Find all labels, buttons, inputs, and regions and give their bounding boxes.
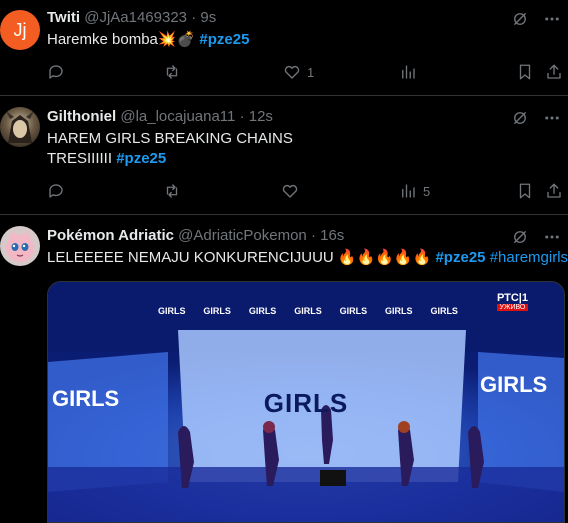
live-badge: УЖИВО xyxy=(496,304,528,311)
tweet-header: Gilthoniel @la_locajuana11 · 12s xyxy=(47,107,273,127)
banner-text-row: GIRLS GIRLS GIRLS GIRLS GIRLS GIRLS GIRL… xyxy=(158,306,458,316)
tweet-line-text: TRESIIIIII xyxy=(47,150,113,167)
avatar[interactable]: Jj xyxy=(0,10,40,50)
reply-button[interactable] xyxy=(47,182,65,200)
banner-text: GIRLS xyxy=(430,306,458,316)
action-bar: 5 xyxy=(0,182,568,202)
tweet-header: Pokémon Adriatic @AdriaticPokemon · 16s xyxy=(47,226,344,246)
more-icon[interactable] xyxy=(542,9,562,29)
tweet-header: Twiti @JjAa1469323 · 9s xyxy=(47,8,216,28)
author-name[interactable]: Pokémon Adriatic xyxy=(47,227,174,244)
timestamp[interactable]: · 16s xyxy=(311,227,344,244)
bookmark-button[interactable] xyxy=(516,63,534,81)
tweet-line: TRESIIIIII #pze25 xyxy=(47,149,293,169)
avatar-art-icon xyxy=(6,111,34,143)
share-button[interactable] xyxy=(545,63,563,81)
author-handle[interactable]: @AdriaticPokemon xyxy=(178,227,307,244)
like-button[interactable]: 1 xyxy=(283,63,314,81)
share-icon xyxy=(547,64,561,79)
timestamp[interactable]: · 9s xyxy=(191,9,216,26)
hashtag-link[interactable]: #pze25 xyxy=(435,249,485,266)
tweet-top-icons xyxy=(510,227,562,247)
views-button[interactable] xyxy=(399,63,423,81)
hashtag-link[interactable]: #pze25 xyxy=(116,150,166,167)
tweet-line: HAREM GIRLS BREAKING CHAINS xyxy=(47,130,293,147)
bookmark-button[interactable] xyxy=(516,182,534,200)
share-icon xyxy=(547,183,561,198)
tweet-text: HAREM GIRLS BREAKING CHAINS TRESIIIIII #… xyxy=(47,129,293,169)
more-icon[interactable] xyxy=(542,227,562,247)
tweet-text: LELEEEEE NEMAJU KONKURENCIJUUU 🔥🔥🔥🔥🔥 #pz… xyxy=(47,248,568,268)
author-name[interactable]: Gilthoniel xyxy=(47,108,116,125)
tweet-text-content: LELEEEEE NEMAJU KONKURENCIJUUU xyxy=(47,249,334,266)
repost-button[interactable] xyxy=(163,182,181,200)
like-button[interactable] xyxy=(281,182,305,200)
tweet-text: Haremke bomba💥💣 #pze25 xyxy=(47,30,249,50)
hashtag-link[interactable]: #pze25 xyxy=(199,31,249,48)
tweet-top-icons xyxy=(510,108,562,128)
banner-text: GIRLS xyxy=(385,306,413,316)
tweet[interactable]: Gilthoniel @la_locajuana11 · 12s HAREM G… xyxy=(0,96,568,215)
tweet-top-icons xyxy=(510,9,562,29)
like-count: 1 xyxy=(307,64,315,80)
grok-icon[interactable] xyxy=(510,227,530,247)
reply-button[interactable] xyxy=(47,63,65,81)
tweet[interactable]: Jj Twiti @JjAa1469323 · 9s Haremke bomba… xyxy=(0,0,568,96)
emoji: 🔥🔥🔥🔥🔥 xyxy=(337,249,432,266)
banner-text: GIRLS xyxy=(339,306,368,316)
banner-text: GIRLS xyxy=(203,306,231,316)
repost-button[interactable] xyxy=(163,63,181,81)
heart-icon xyxy=(282,184,298,198)
banner-text: GIRLS xyxy=(248,306,277,316)
reply-icon xyxy=(49,65,63,79)
timestamp[interactable]: · 12s xyxy=(240,108,273,125)
hashtag-link[interactable]: #haremgirls xyxy=(490,249,568,266)
grok-icon[interactable] xyxy=(510,9,530,29)
avatar[interactable] xyxy=(0,226,40,266)
side-text-right: GIRLS xyxy=(480,372,548,397)
bookmark-icon xyxy=(519,183,531,199)
emoji: 💥💣 xyxy=(157,31,196,48)
more-icon[interactable] xyxy=(542,108,562,128)
side-text-left: GIRLS xyxy=(52,386,120,411)
views-button[interactable]: 5 xyxy=(399,182,430,200)
grok-icon[interactable] xyxy=(510,108,530,128)
repost-icon xyxy=(166,65,178,79)
tweet-media[interactable]: GIRLS GIRLS GIRLS GIRLS GIRLS GIRLS GIRL… xyxy=(47,281,565,523)
author-name[interactable]: Twiti xyxy=(47,9,80,26)
jigglypuff-avatar-icon xyxy=(6,230,34,262)
repost-icon xyxy=(166,184,178,198)
banner-text: GIRLS xyxy=(294,306,322,316)
channel-logo: РТС|1 УЖИВО xyxy=(496,292,528,311)
view-count: 5 xyxy=(423,183,431,199)
tweet-text-content: Haremke bomba xyxy=(47,31,158,48)
author-handle[interactable]: @JjAa1469323 xyxy=(84,9,187,26)
bookmark-icon xyxy=(519,64,531,80)
views-icon xyxy=(402,65,415,79)
avatar-initials: Jj xyxy=(13,19,27,40)
avatar[interactable] xyxy=(0,107,40,147)
share-button[interactable] xyxy=(545,182,563,200)
author-handle[interactable]: @la_locajuana11 xyxy=(120,108,235,125)
banner-text: GIRLS xyxy=(158,306,186,316)
heart-icon xyxy=(284,65,300,79)
reply-icon xyxy=(49,184,63,198)
channel-logo-text: РТС|1 xyxy=(496,292,528,304)
views-icon xyxy=(402,184,415,198)
action-bar: 1 xyxy=(0,63,568,83)
